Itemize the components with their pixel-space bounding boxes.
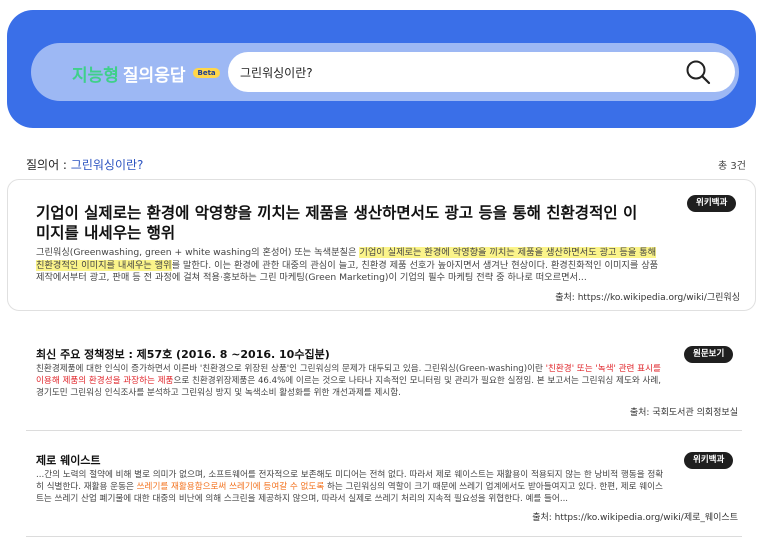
result-body-pre: 친환경제품에 대한 인식이 증가하면서 이른바 '친환경으로 위장된 상품'인 … (36, 364, 546, 374)
featured-answer-card: 위키백과 기업이 실제로는 환경에 악영향을 끼치는 제품을 생산하면서도 광고… (7, 179, 756, 311)
search-icon[interactable] (684, 58, 712, 86)
wikipedia-badge-button[interactable]: 위키백과 (687, 195, 737, 212)
result-title[interactable]: 최신 주요 정책정보 : 제57호 (2016. 8 ~2016. 10수집분) (36, 346, 330, 362)
answer-body-pre: 그린워싱(Greenwashing, green + white washing… (36, 247, 360, 258)
result-body: 친환경제품에 대한 인식이 증가하면서 이른바 '친환경으로 위장된 상품'인 … (36, 363, 664, 400)
app-logo[interactable]: 지능형 질의응답 Beta (72, 62, 220, 86)
result-item: 제로 웨이스트 ...간의 노력의 절약에 비해 별로 의미가 없으며, 소프트… (26, 452, 742, 523)
wikipedia-badge-button[interactable]: 위키백과 (684, 452, 734, 469)
result-body: ...간의 노력의 절약에 비해 별로 의미가 없으며, 소프트웨어를 전자적으… (36, 469, 664, 506)
view-original-button[interactable]: 원문보기 (684, 346, 734, 363)
query-keyword: 그린워싱이란? (70, 158, 144, 172)
brand-part2: 질의응답 (122, 65, 186, 86)
result-source: 출처: https://ko.wikipedia.org/wiki/제로_웨이스… (532, 513, 738, 523)
beta-badge: Beta (193, 68, 220, 78)
result-count: 총 3건 (718, 161, 746, 172)
answer-title: 기업이 실제로는 환경에 악영향을 끼치는 제품을 생산하면서도 광고 등을 통… (36, 204, 638, 242)
result-title[interactable]: 제로 웨이스트 (36, 452, 101, 468)
result-source: 출처: 국회도서관 의회정보실 (629, 408, 738, 418)
result-item: 최신 주요 정책정보 : 제57호 (2016. 8 ~2016. 10수집분)… (26, 346, 742, 418)
divider (26, 430, 742, 431)
divider (26, 536, 742, 537)
answer-body: 그린워싱(Greenwashing, green + white washing… (36, 247, 663, 285)
brand-part1: 지능형 (72, 65, 119, 86)
query-line: 질의어 : 그린워싱이란? (26, 156, 143, 173)
query-label: 질의어 : (26, 158, 71, 172)
result-body-highlight: 쓰레기를 재활용함으로써 쓰레기에 등여갈 수 없도록 (136, 482, 325, 493)
answer-source: 출처: https://ko.wikipedia.org/wiki/그린워싱 (555, 293, 740, 303)
search-input[interactable] (228, 52, 735, 92)
